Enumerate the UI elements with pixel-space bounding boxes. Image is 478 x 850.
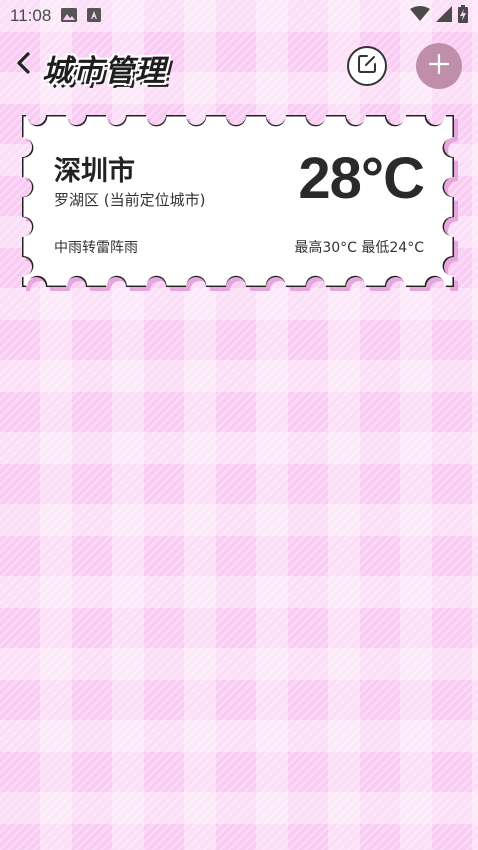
- edit-icon: [357, 54, 377, 78]
- plus-icon: [428, 53, 450, 79]
- top-bar: 城市管理: [0, 40, 478, 92]
- signal-icon: [436, 6, 452, 26]
- city-name: 深圳市: [54, 156, 135, 187]
- current-temperature: 28°C: [298, 146, 425, 211]
- weather-description: 中雨转雷阵雨: [54, 240, 138, 256]
- city-card[interactable]: 深圳市 罗湖区 (当前定位城市) 28°C 中雨转雷阵雨 最高30°C 最低24…: [22, 115, 458, 291]
- a-icon: [87, 7, 102, 26]
- edit-button[interactable]: [347, 46, 387, 86]
- city-district: 罗湖区 (当前定位城市): [54, 191, 206, 209]
- city-card-content: 深圳市 罗湖区 (当前定位城市) 28°C 中雨转雷阵雨 最高30°C 最低24…: [22, 115, 454, 287]
- status-left: 11:08: [10, 6, 102, 26]
- add-city-button[interactable]: [416, 43, 462, 89]
- status-bar: 11:08: [0, 0, 478, 32]
- back-button[interactable]: [12, 50, 36, 80]
- status-time: 11:08: [10, 6, 52, 25]
- wifi-icon: [410, 6, 430, 26]
- battery-icon: [458, 5, 468, 27]
- chevron-left-icon: [16, 51, 32, 79]
- image-icon: [61, 7, 78, 26]
- page-title: 城市管理: [42, 54, 166, 89]
- temperature-range: 最高30°C 最低24°C: [294, 240, 424, 256]
- status-right: [410, 5, 468, 27]
